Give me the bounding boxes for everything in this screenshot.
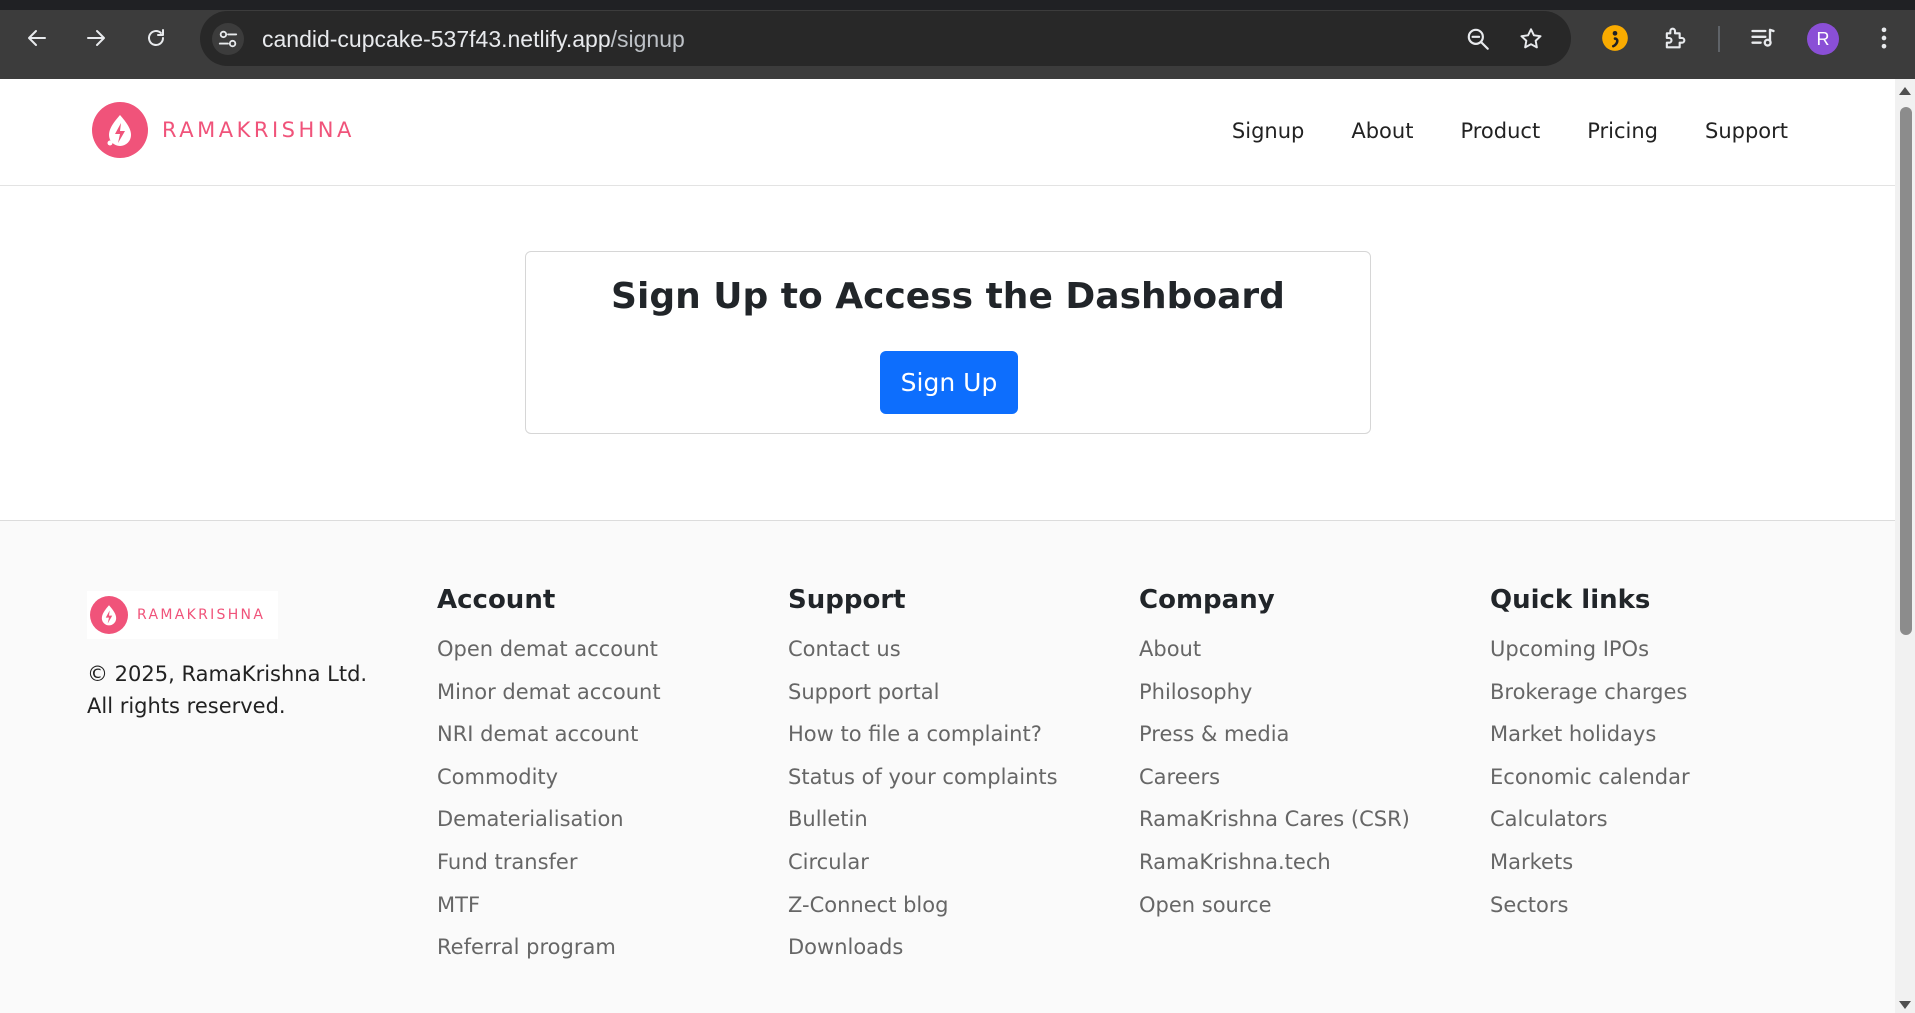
footer-link[interactable]: Open source <box>1139 893 1410 936</box>
reload-icon <box>148 29 164 46</box>
footer-logo-wordmark: RAMAKRISHNA <box>137 607 266 623</box>
page-scrollbar[interactable] <box>1895 79 1915 1013</box>
copyright-line: © 2025, RamaKrishna Ltd. <box>87 662 368 686</box>
footer-link[interactable]: Calculators <box>1490 807 1690 850</box>
footer-logo[interactable]: RAMAKRISHNA <box>87 591 278 639</box>
footer-column-title: Company <box>1139 585 1275 615</box>
footer-link[interactable]: Bulletin <box>788 807 1058 850</box>
zoom-icon <box>1467 28 1489 50</box>
footer-link[interactable]: About <box>1139 637 1410 680</box>
signup-card-title: Sign Up to Access the Dashboard <box>611 276 1285 317</box>
footer-link[interactable]: Open demat account <box>437 637 661 680</box>
url-text: candid-cupcake-537f43.netlify.app/signup <box>262 26 685 53</box>
footer-link[interactable]: MTF <box>437 893 661 936</box>
footer-link[interactable]: How to file a complaint? <box>788 722 1058 765</box>
forward-button[interactable] <box>78 20 114 56</box>
reload-button[interactable] <box>138 20 174 56</box>
site-info-button[interactable] <box>212 23 244 55</box>
footer-link[interactable]: Downloads <box>788 935 1058 978</box>
site-info-icon <box>218 30 238 48</box>
footer-column-title: Support <box>788 585 906 615</box>
bookmark-button[interactable] <box>1517 25 1545 53</box>
scroll-down-arrow-icon[interactable] <box>1899 1001 1911 1009</box>
page-viewport: RAMAKRISHNA Signup About Product Pricing… <box>0 79 1895 1013</box>
site-navbar: RAMAKRISHNA Signup About Product Pricing… <box>0 79 1895 186</box>
footer-link[interactable]: Minor demat account <box>437 680 661 723</box>
media-queue-button[interactable] <box>1747 22 1779 54</box>
nav-link-about[interactable]: About <box>1351 119 1413 143</box>
footer-link[interactable]: Support portal <box>788 680 1058 723</box>
media-queue-icon <box>1751 28 1775 47</box>
nav-link-support[interactable]: Support <box>1705 119 1788 143</box>
footer-column-account: Account Open demat account Minor demat a… <box>437 585 661 978</box>
profile-avatar[interactable]: R <box>1807 23 1839 55</box>
footer-column-quick-links: Quick links Upcoming IPOs Brokerage char… <box>1490 585 1690 935</box>
nav-link-signup[interactable]: Signup <box>1232 119 1304 143</box>
footer-link[interactable]: Economic calendar <box>1490 765 1690 808</box>
copyright: © 2025, RamaKrishna Ltd. All rights rese… <box>87 658 367 722</box>
footer-link[interactable]: Fund transfer <box>437 850 661 893</box>
footer-link[interactable]: NRI demat account <box>437 722 661 765</box>
bookmark-star-icon <box>1520 28 1542 49</box>
footer-column-company: Company About Philosophy Press & media C… <box>1139 585 1410 935</box>
footer-link[interactable]: Market holidays <box>1490 722 1690 765</box>
back-button[interactable] <box>19 20 55 56</box>
nav-link-product[interactable]: Product <box>1460 119 1540 143</box>
signup-button[interactable]: Sign Up <box>880 351 1018 414</box>
tab-strip <box>0 0 1915 10</box>
footer-link[interactable]: RamaKrishna Cares (CSR) <box>1139 807 1410 850</box>
extensions-puzzle-icon <box>1665 27 1686 49</box>
address-bar[interactable]: candid-cupcake-537f43.netlify.app/signup <box>200 11 1571 66</box>
rights-line: All rights reserved. <box>87 694 286 718</box>
site-logo[interactable]: RAMAKRISHNA <box>92 102 355 158</box>
logo-flame-icon <box>92 102 148 158</box>
footer-link[interactable]: Contact us <box>788 637 1058 680</box>
footer-logo-flame-icon <box>90 596 128 634</box>
site-footer: RAMAKRISHNA © 2025, RamaKrishna Ltd. All… <box>0 520 1895 1013</box>
forward-arrow-icon <box>87 30 105 46</box>
toolbar-divider <box>1718 26 1720 52</box>
footer-link[interactable]: Careers <box>1139 765 1410 808</box>
footer-link[interactable]: Markets <box>1490 850 1690 893</box>
footer-link[interactable]: Status of your complaints <box>788 765 1058 808</box>
footer-link[interactable]: Press & media <box>1139 722 1410 765</box>
footer-link[interactable]: Philosophy <box>1139 680 1410 723</box>
footer-link[interactable]: Z-Connect blog <box>788 893 1058 936</box>
back-arrow-icon <box>28 30 46 46</box>
scroll-thumb[interactable] <box>1900 107 1912 635</box>
scroll-up-arrow-icon[interactable] <box>1899 87 1911 95</box>
footer-link[interactable]: Brokerage charges <box>1490 680 1690 723</box>
nav-link-pricing[interactable]: Pricing <box>1587 119 1658 143</box>
extension-semicolon-icon <box>1602 25 1628 51</box>
footer-link[interactable]: Commodity <box>437 765 661 808</box>
footer-link[interactable]: Upcoming IPOs <box>1490 637 1690 680</box>
footer-column-title: Account <box>437 585 556 615</box>
footer-link[interactable]: Sectors <box>1490 893 1690 936</box>
browser-chrome: candid-cupcake-537f43.netlify.app/signup… <box>0 0 1915 79</box>
signup-card: Sign Up to Access the Dashboard Sign Up <box>525 251 1371 434</box>
zoom-button[interactable] <box>1464 25 1492 53</box>
footer-link[interactable]: Referral program <box>437 935 661 978</box>
footer-link[interactable]: Dematerialisation <box>437 807 661 850</box>
main-nav: Signup About Product Pricing Support <box>1185 119 1788 143</box>
browser-menu-button[interactable] <box>1868 22 1900 54</box>
footer-column-support: Support Contact us Support portal How to… <box>788 585 1058 978</box>
footer-link[interactable]: RamaKrishna.tech <box>1139 850 1410 893</box>
extensions-button[interactable] <box>1659 22 1691 54</box>
footer-column-title: Quick links <box>1490 585 1651 615</box>
logo-wordmark: RAMAKRISHNA <box>162 118 355 142</box>
url-path: /signup <box>610 26 685 52</box>
kebab-menu-icon <box>1881 27 1887 49</box>
footer-link[interactable]: Circular <box>788 850 1058 893</box>
footer-brand: RAMAKRISHNA © 2025, RamaKrishna Ltd. All… <box>87 591 367 722</box>
extension-button[interactable] <box>1599 22 1631 54</box>
url-host: candid-cupcake-537f43.netlify.app <box>262 26 611 52</box>
